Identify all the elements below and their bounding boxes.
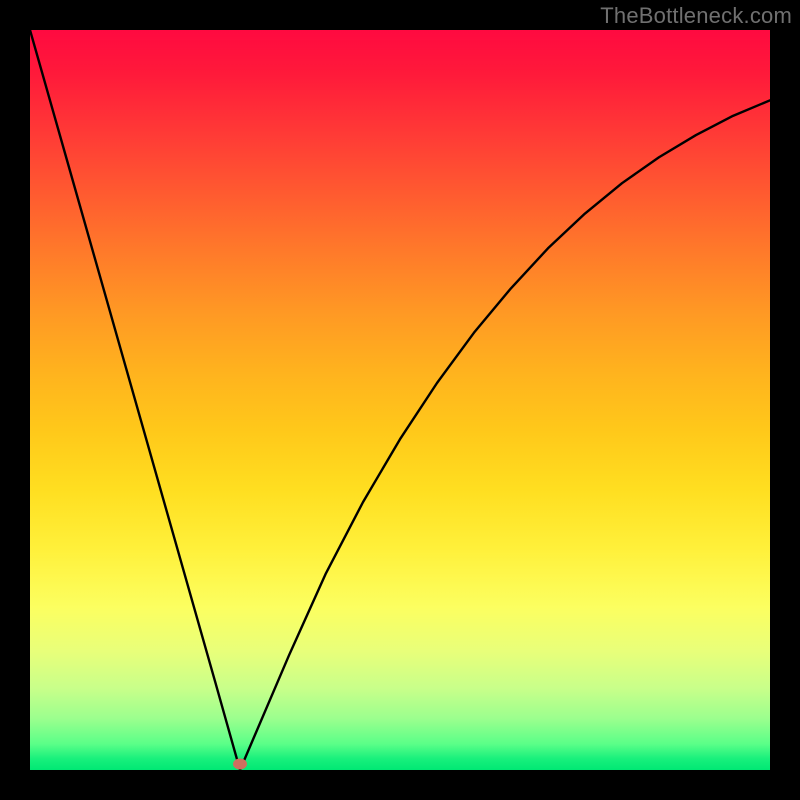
site-watermark: TheBottleneck.com: [600, 3, 792, 29]
optimum-marker: [233, 759, 247, 770]
plot-area: [30, 30, 770, 770]
bottleneck-curve: [30, 30, 770, 770]
curve-path: [30, 30, 770, 770]
chart-frame: TheBottleneck.com: [0, 0, 800, 800]
